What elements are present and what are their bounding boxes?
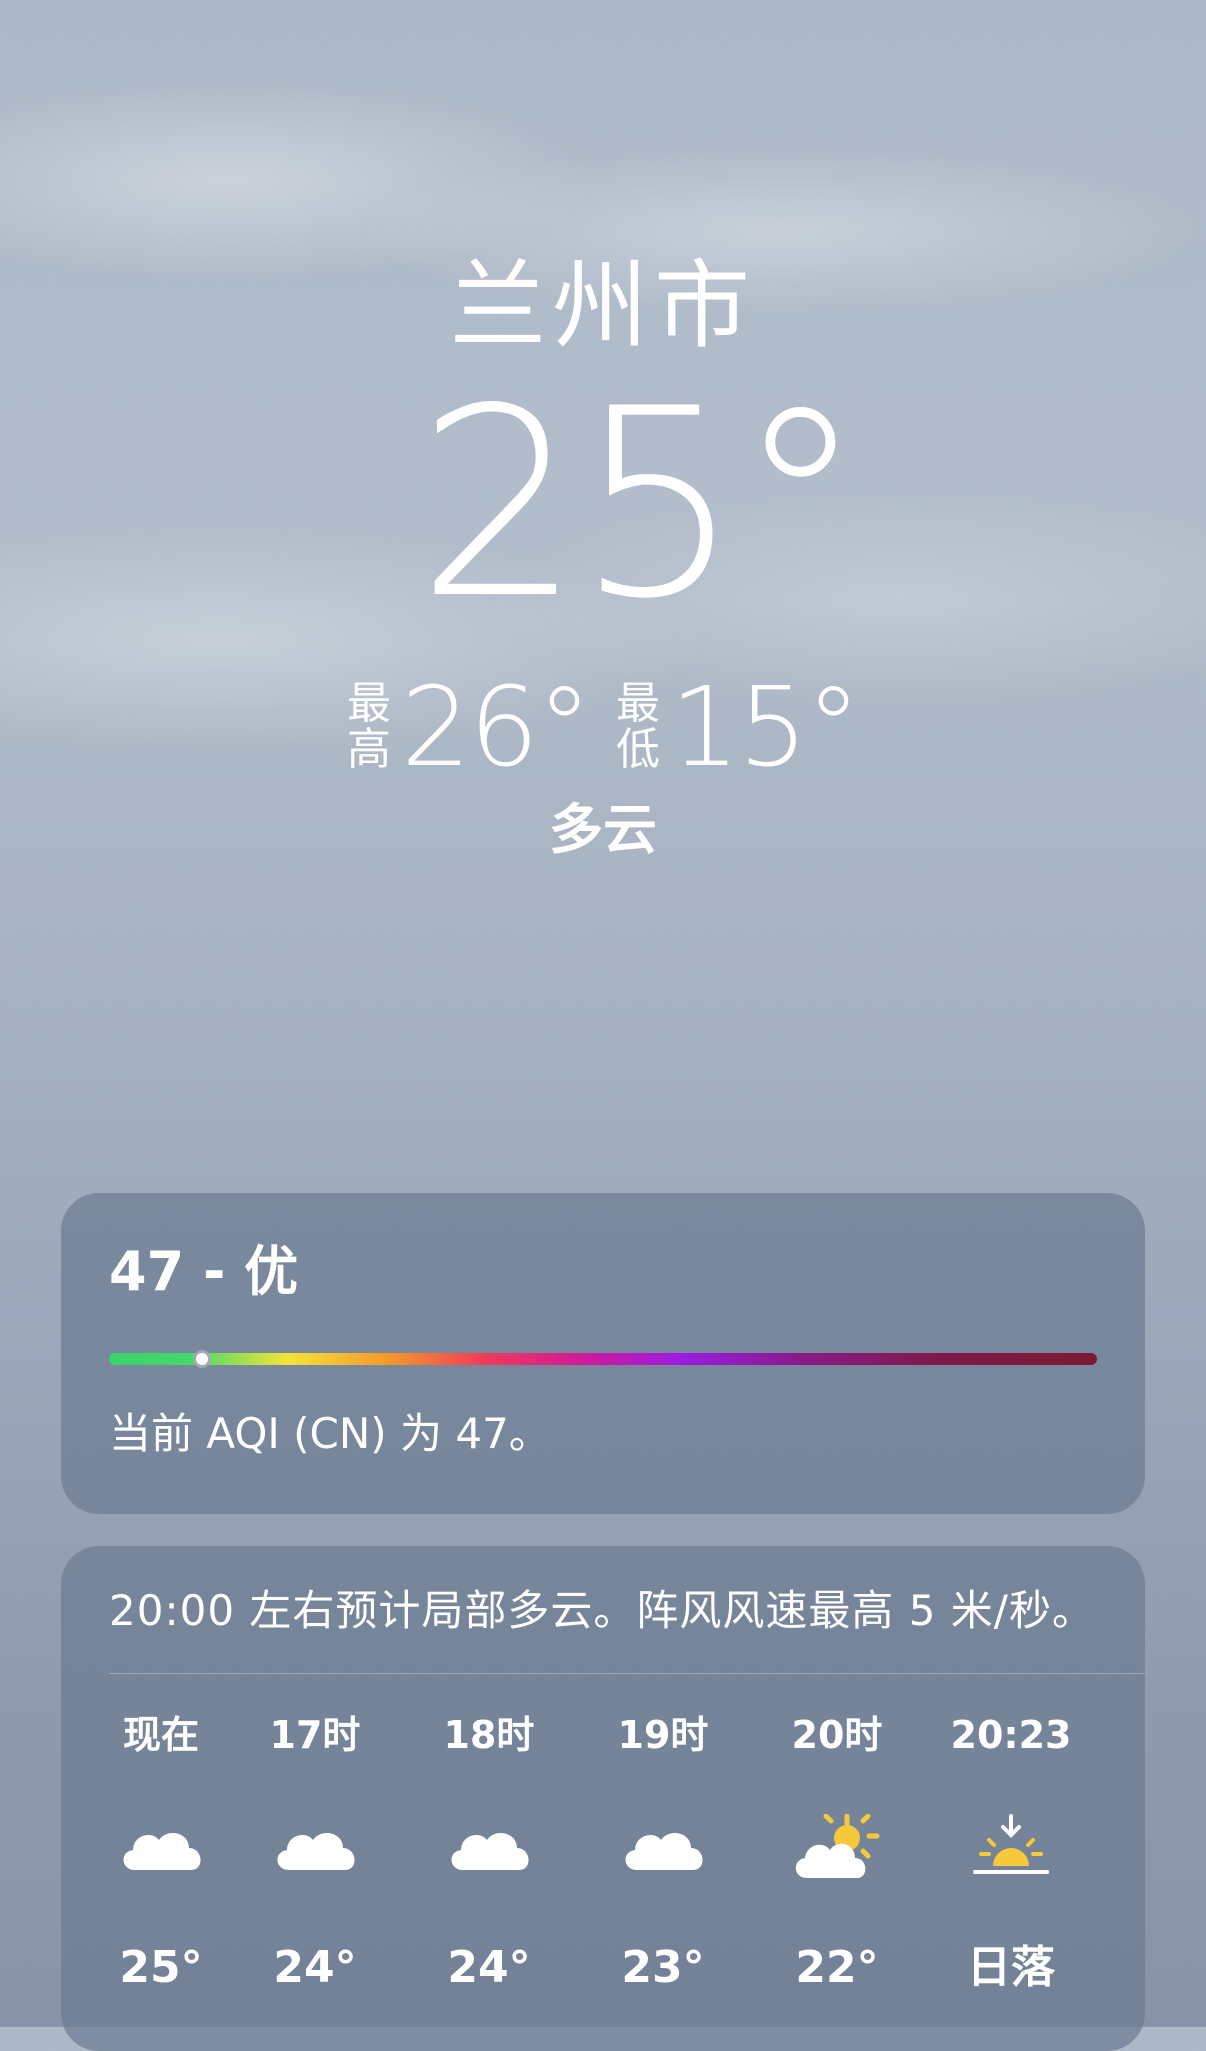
high-label-char-1: 最 xyxy=(347,678,392,729)
hour-label: 20时 xyxy=(791,1713,883,1757)
low-label: 最 低 xyxy=(616,681,660,773)
aqi-title: 47 - 优 xyxy=(109,1240,299,1303)
hour-temperature: 日落 xyxy=(967,1942,1055,1993)
air-quality-card[interactable]: 47 - 优 当前 AQI (CN) 为 47。 xyxy=(61,1193,1145,1514)
low-label-char-1: 最 xyxy=(616,678,660,729)
hour-temperature: 24° xyxy=(447,1942,531,1993)
partly-sunny-icon xyxy=(795,1814,880,1878)
hour-label: 18时 xyxy=(443,1713,535,1757)
cloud-icon xyxy=(625,1833,703,1870)
current-temperature: 25° xyxy=(416,354,866,656)
forecast-summary: 20:00 左右预计局部多云。阵风风速最高 5 米/秒。 xyxy=(109,1586,1095,1635)
sunset-icon xyxy=(973,1814,1049,1874)
hour-temperature: 24° xyxy=(273,1942,357,1993)
aqi-scale-bar xyxy=(109,1350,1097,1368)
hour-label: 20:23 xyxy=(950,1713,1072,1757)
aqi-indicator-dot xyxy=(192,1350,211,1368)
low-label-char-2: 低 xyxy=(616,724,660,775)
hour-label: 现在 xyxy=(122,1713,199,1757)
aqi-description: 当前 AQI (CN) 为 47。 xyxy=(109,1409,551,1458)
cloud-icon xyxy=(277,1833,355,1870)
hour-temperature: 25° xyxy=(119,1942,203,1993)
cloud-icon xyxy=(123,1833,201,1870)
city-name: 兰州市 xyxy=(450,250,756,362)
high-label-char-2: 高 xyxy=(347,724,392,775)
high-low-temperatures: 最 高 26° 最 低 15° xyxy=(0,672,1206,782)
cloud-icon xyxy=(451,1833,529,1870)
divider xyxy=(109,1673,1145,1674)
high-temperature: 最 高 26° xyxy=(347,663,592,791)
hour-label: 19时 xyxy=(617,1713,709,1757)
low-value: 15° xyxy=(670,663,861,791)
hour-temperature: 23° xyxy=(621,1942,705,1993)
low-temperature: 最 低 15° xyxy=(616,663,861,791)
weather-condition: 多云 xyxy=(549,798,657,861)
high-value: 26° xyxy=(401,663,592,791)
high-label: 最 高 xyxy=(347,681,391,773)
hourly-forecast-card[interactable]: 20:00 左右预计局部多云。阵风风速最高 5 米/秒。 现在 25° 17时 … xyxy=(61,1546,1145,2051)
hour-label: 17时 xyxy=(269,1713,361,1757)
hour-temperature: 22° xyxy=(795,1942,879,1993)
